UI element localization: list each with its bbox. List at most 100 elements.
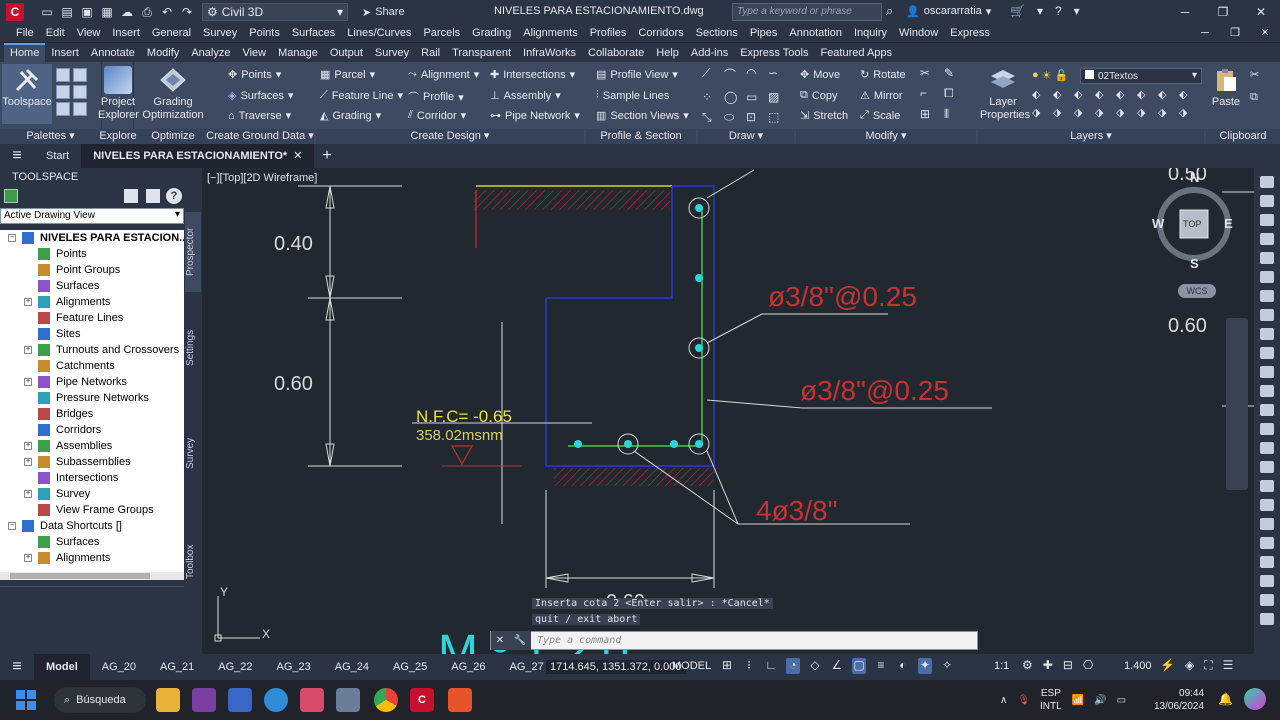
civil-tool-icon[interactable] xyxy=(1260,309,1274,321)
copy-button[interactable]: ⧉ Copy xyxy=(800,89,838,102)
menu-annotation[interactable]: Annotation xyxy=(783,27,848,39)
tab-settings[interactable]: Settings xyxy=(185,318,201,378)
civil-tool-icon[interactable] xyxy=(1260,233,1274,245)
region-icon[interactable]: ⊡ xyxy=(746,110,764,126)
isolate-icon[interactable]: ◈ xyxy=(1185,658,1194,673)
intersections-menu[interactable]: ✚ Intersections ▾ xyxy=(490,68,575,82)
viewcube[interactable]: N S E W TOP xyxy=(1152,170,1234,274)
layer-tool-icon[interactable]: ⬖ xyxy=(1032,88,1050,101)
layer-tool-icon[interactable]: ⬗ xyxy=(1074,106,1092,119)
tree-item[interactable]: + Turnouts and Crossovers xyxy=(0,342,184,358)
panel-title-create-design[interactable]: Create Design ▾ xyxy=(316,129,584,144)
start-button[interactable] xyxy=(16,690,36,710)
line-icon[interactable]: ⟋ xyxy=(702,66,720,84)
tab-start[interactable]: Start xyxy=(34,144,81,168)
viewcube-south[interactable]: S xyxy=(1190,256,1199,271)
cut-icon[interactable]: ✂ xyxy=(1250,68,1259,81)
cart-icon[interactable]: 🛒 xyxy=(1010,4,1025,18)
ribbon-tab-rail[interactable]: Rail xyxy=(415,45,446,62)
civil-tool-icon[interactable] xyxy=(1260,271,1274,283)
alignment-menu[interactable]: ⤳ Alignment ▾ xyxy=(408,68,479,81)
battery-icon[interactable]: ▭ xyxy=(1117,695,1126,706)
layer-tool-icon[interactable]: ⬖ xyxy=(1137,88,1155,101)
prospector-icon[interactable] xyxy=(4,189,18,203)
ribbon-tab-annotate[interactable]: Annotate xyxy=(85,45,141,62)
ribbon-tab-home[interactable]: Home xyxy=(4,43,46,62)
menu-edit[interactable]: Edit xyxy=(40,27,71,39)
layer-tool-icon[interactable]: ⬗ xyxy=(1137,106,1155,119)
view-select[interactable]: Active Drawing View ▾ xyxy=(0,208,184,224)
tree-item[interactable]: View Frame Groups xyxy=(0,502,184,518)
offset-icon[interactable]: ⫴ xyxy=(944,107,962,122)
tab-active-drawing[interactable]: NIVELES PARA ESTACIONAMIENTO* ✕ xyxy=(81,144,315,168)
ribbon-tab-infraworks[interactable]: InfraWorks xyxy=(517,45,582,62)
grading-optimization-button[interactable]: Grading Optimization xyxy=(142,66,204,122)
erase-icon[interactable]: ✎ xyxy=(944,66,962,80)
panel-title-modify[interactable]: Modify ▾ xyxy=(796,129,976,144)
move-button[interactable]: ✥ Move xyxy=(800,68,840,82)
share-button[interactable]: ➤ Share xyxy=(362,6,405,19)
gear-icon[interactable]: ⚙ xyxy=(1022,658,1033,672)
menu-surfaces[interactable]: Surfaces xyxy=(286,27,341,39)
layout-tab-ag-26[interactable]: AG_26 xyxy=(439,654,497,680)
snap-icon[interactable]: ⁝ xyxy=(742,658,756,674)
layer-tool-icon[interactable]: ⬗ xyxy=(1053,106,1071,119)
civil-tool-icon[interactable] xyxy=(1260,404,1274,416)
layer-tool-icon[interactable]: ⬗ xyxy=(1179,106,1197,119)
scale-button[interactable]: ⤢ Scale xyxy=(860,109,900,122)
help-search-input[interactable]: Type a keyword or phrase xyxy=(732,3,882,21)
copy-clip-icon[interactable]: ⧉ xyxy=(1250,91,1259,104)
tree-item[interactable]: Catchments xyxy=(0,358,184,374)
microphone-icon[interactable]: 🎙 xyxy=(1017,695,1030,706)
navigation-bar[interactable] xyxy=(1226,318,1248,490)
tab-survey[interactable]: Survey xyxy=(185,428,201,478)
layer-tool-icon[interactable]: ⬖ xyxy=(1074,88,1092,101)
tree-item[interactable]: Surfaces xyxy=(0,278,184,294)
grading-menu[interactable]: ◭ Grading ▾ xyxy=(320,109,381,123)
civil-tool-icon[interactable] xyxy=(1260,423,1274,435)
menu-hamburger-icon[interactable]: ≡ xyxy=(0,147,34,165)
layer-tool-icon[interactable]: ⬖ xyxy=(1053,88,1071,101)
maximize-icon[interactable]: ❐ xyxy=(1204,0,1242,24)
zoom-factor[interactable]: 1.400 xyxy=(1124,660,1152,672)
app-icon-pink[interactable] xyxy=(300,688,324,712)
civil-tool-icon[interactable] xyxy=(1260,499,1274,511)
expand-icon[interactable]: + xyxy=(24,458,32,466)
layout-tab-ag-23[interactable]: AG_23 xyxy=(265,654,323,680)
spline-icon[interactable]: ∽ xyxy=(768,66,786,84)
rectangle-icon[interactable]: ▭ xyxy=(746,90,764,105)
tree-item[interactable]: + Pipe Networks xyxy=(0,374,184,390)
layer-tool-icon[interactable]: ⬖ xyxy=(1116,88,1134,101)
scrollbar-thumb[interactable] xyxy=(10,573,150,579)
lineweight-icon[interactable]: ≡ xyxy=(874,658,888,674)
chevron-down-icon[interactable]: ▾ xyxy=(1037,4,1043,18)
minimize-icon[interactable]: ─ xyxy=(1166,0,1204,24)
print-icon[interactable]: ⎙ xyxy=(140,5,154,20)
layer-tool-icon[interactable]: ⬗ xyxy=(1032,106,1050,119)
surfaces-menu[interactable]: ◈ Surfaces ▾ xyxy=(228,89,293,103)
app-icon-purple[interactable] xyxy=(192,688,216,712)
viewcube-north[interactable]: N xyxy=(1190,170,1199,185)
tree-item[interactable]: + Alignments xyxy=(0,550,184,566)
close-tab-icon[interactable]: ✕ xyxy=(293,150,302,162)
tab-prospector[interactable]: Prospector xyxy=(185,212,201,292)
file-explorer-icon[interactable] xyxy=(156,688,180,712)
ellipse-icon[interactable]: ⬭ xyxy=(724,110,742,126)
help-icon[interactable]: ? xyxy=(1055,4,1062,18)
menu-insert[interactable]: Insert xyxy=(106,27,146,39)
tree-item[interactable]: Points xyxy=(0,246,184,262)
coordinates-readout[interactable]: 1714.645, 1351.372, 0.000 xyxy=(546,660,686,674)
layer-tool-icon[interactable]: ⬗ xyxy=(1158,106,1176,119)
chevron-down-icon[interactable]: ▾ xyxy=(1074,4,1080,18)
list-view-icon[interactable] xyxy=(146,189,160,203)
ribbon-tab-insert[interactable]: Insert xyxy=(45,45,85,62)
plus-icon[interactable]: ✚ xyxy=(1043,658,1053,672)
ribbon-tab-transparent[interactable]: Transparent xyxy=(446,45,517,62)
workspace-switch-icon[interactable]: ⊟ xyxy=(1063,658,1073,672)
parcel-menu[interactable]: ▦ Parcel ▾ xyxy=(320,68,375,82)
layer-select[interactable]: 02Textos ▾ xyxy=(1080,68,1202,84)
civil-tool-icon[interactable] xyxy=(1260,385,1274,397)
menu-express[interactable]: Express xyxy=(944,27,996,39)
menu-survey[interactable]: Survey xyxy=(197,27,243,39)
tab-toolbox[interactable]: Toolbox xyxy=(185,532,201,592)
